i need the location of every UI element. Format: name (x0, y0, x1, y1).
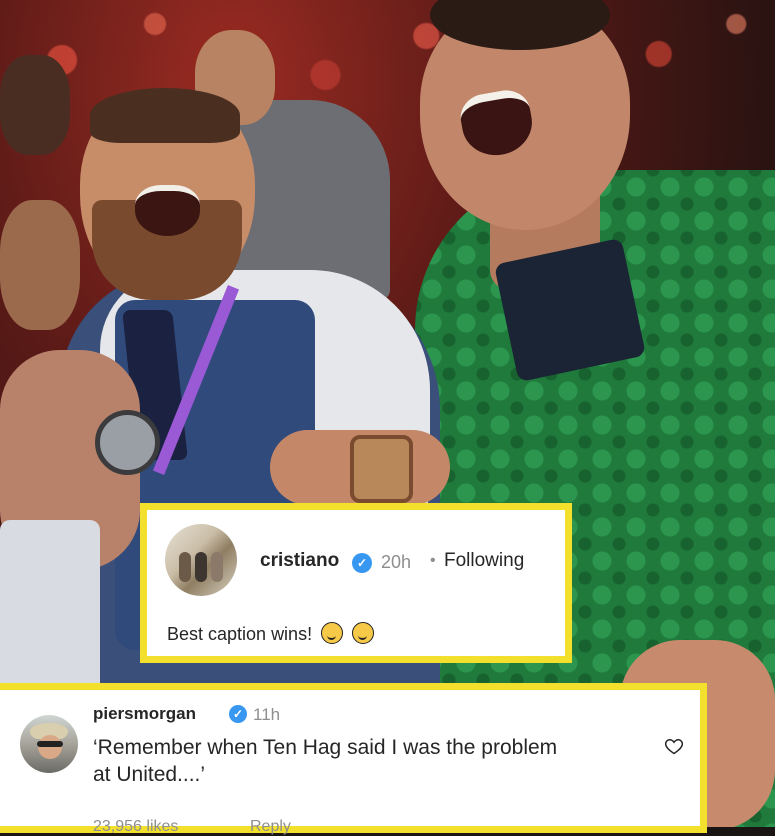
avatar-face (38, 735, 62, 759)
post-caption-card: cristiano ✓ 20h • Following Best caption… (140, 503, 572, 663)
verified-badge-icon: ✓ (352, 553, 372, 573)
avatar-glasses (37, 741, 63, 747)
comment-text: ‘Remember when Ten Hag said I was the pr… (93, 736, 558, 786)
separator: • (430, 552, 436, 569)
caption-text: Best caption wins! (167, 622, 375, 645)
avatar[interactable] (165, 524, 237, 596)
spectator-figure (0, 55, 70, 155)
thinking-face-icon (321, 622, 344, 644)
caption-label: Best caption wins! (167, 624, 313, 644)
timestamp: 11h (253, 705, 281, 724)
left-subject-hair (90, 88, 240, 143)
avatar[interactable] (20, 715, 78, 773)
timestamp: 20h (381, 552, 412, 572)
wristwatch (350, 435, 413, 503)
wristwatch (95, 410, 160, 475)
avatar-figure (179, 552, 191, 582)
reply-button[interactable]: Reply (250, 818, 291, 836)
heart-icon[interactable] (664, 736, 684, 756)
spectator-figure (0, 200, 80, 330)
username[interactable]: cristiano (260, 550, 339, 572)
left-subject-mouth (135, 185, 200, 236)
grinning-sweat-face-icon (352, 622, 375, 644)
verified-badge-icon: ✓ (229, 705, 247, 723)
likes-count[interactable]: 23,956 likes (93, 818, 178, 836)
username[interactable]: piersmorgan (93, 704, 196, 724)
reply-comment-card: piersmorgan ✓ 11h ‘Remember when Ten Hag… (0, 683, 707, 836)
following-button[interactable]: Following (444, 550, 524, 572)
avatar-figure (195, 552, 207, 582)
avatar-figure (211, 552, 223, 582)
shirt-sleeve (0, 520, 100, 700)
